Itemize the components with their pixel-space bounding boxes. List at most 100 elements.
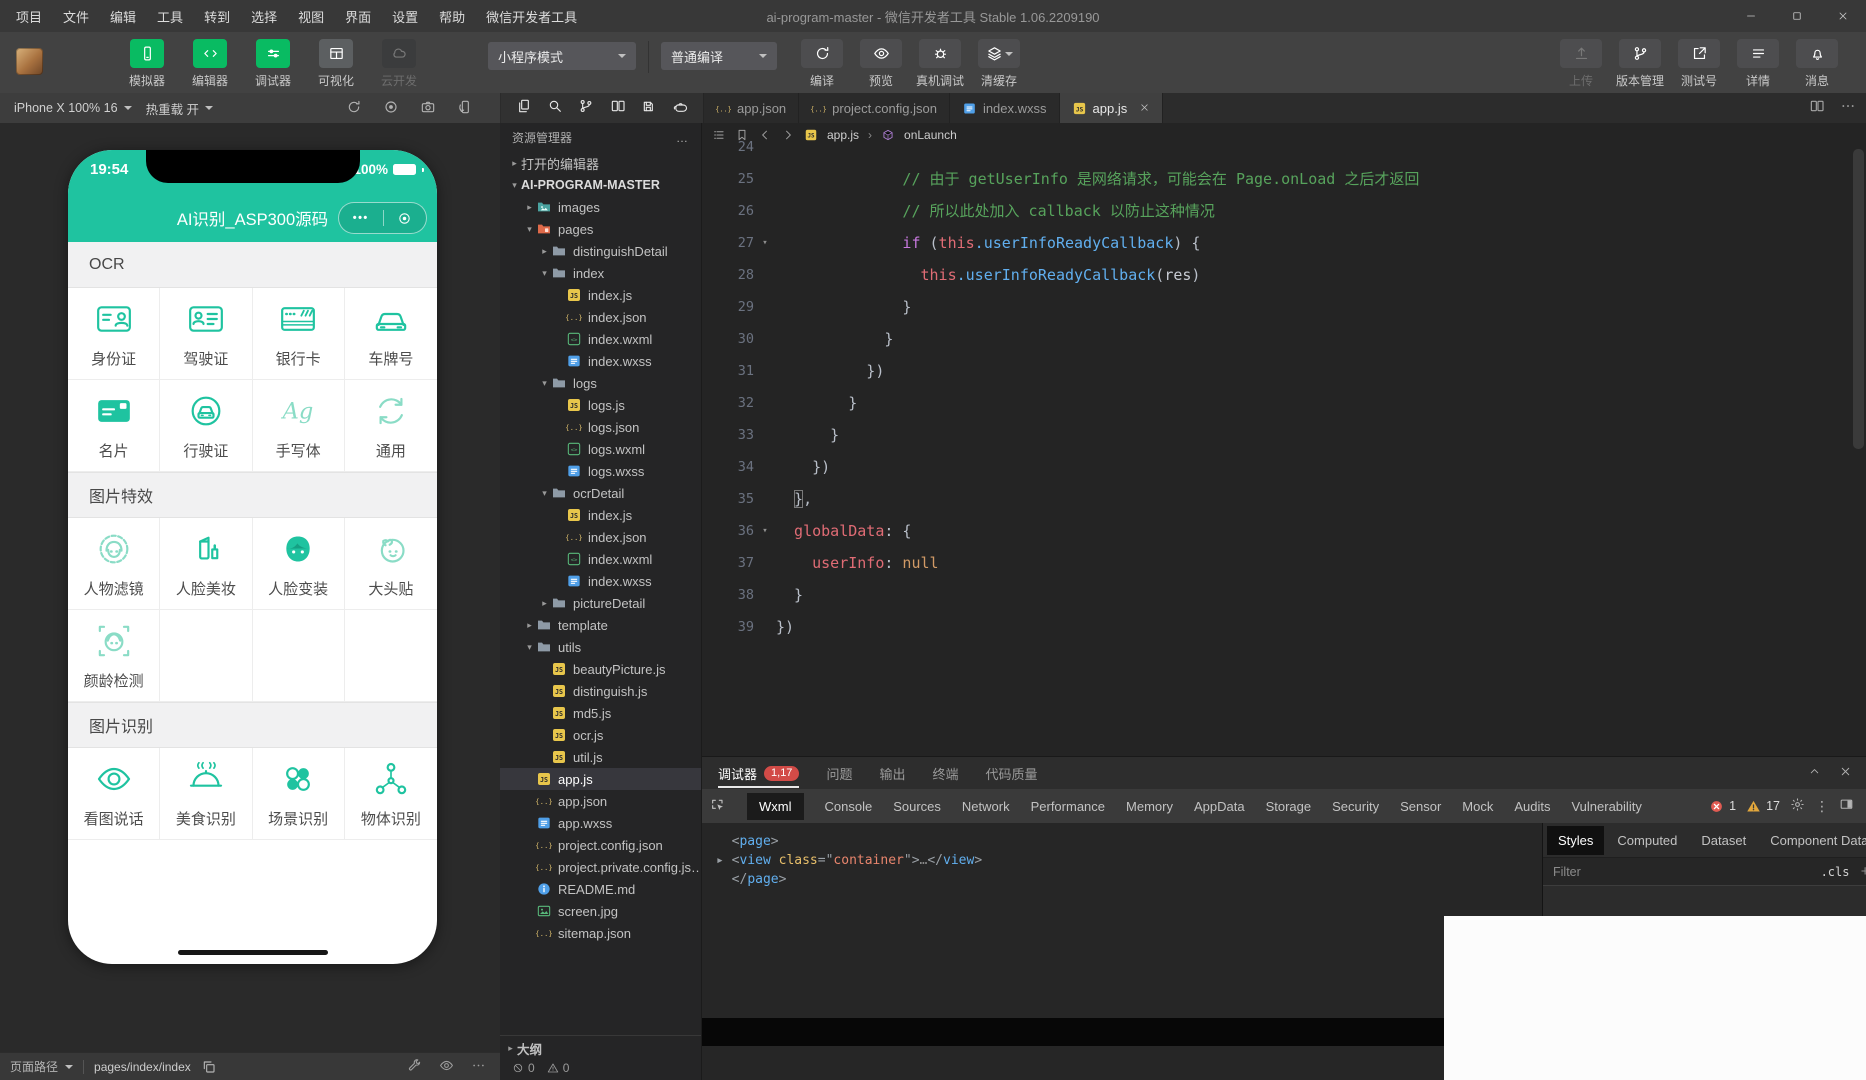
tree-item[interactable]: ▸images <box>500 196 701 218</box>
inspector-tab[interactable]: Styles <box>1547 826 1604 855</box>
fold-icon[interactable]: ▾ <box>754 227 776 259</box>
toolbar-button[interactable]: 预览 <box>856 39 906 89</box>
minimize-button[interactable] <box>1728 0 1774 32</box>
tree-item[interactable]: ▸打开的编辑器 <box>500 152 701 174</box>
grid-item[interactable]: 颜龄检测 <box>68 610 160 702</box>
tree-item[interactable]: JSindex.js <box>500 284 701 306</box>
tree-item[interactable]: app.wxss <box>500 812 701 834</box>
close-tab-button[interactable] <box>1139 101 1150 116</box>
tree-item[interactable]: ▾logs <box>500 372 701 394</box>
devtools-tab[interactable]: Network <box>962 799 1010 814</box>
wxml-node[interactable]: ▸ <view class="container">…</view> <box>716 851 1542 870</box>
search-button[interactable] <box>547 98 563 119</box>
editor-tab[interactable]: index.wxss <box>950 93 1060 123</box>
close-button[interactable] <box>1820 0 1866 32</box>
wxml-node[interactable]: <page> <box>716 832 1542 851</box>
grid-item[interactable]: 物体识别 <box>345 748 437 840</box>
toolbar-button[interactable]: 消息 <box>1792 39 1842 89</box>
devtools-tab[interactable]: Security <box>1332 799 1379 814</box>
toolbar-button[interactable]: 上传 <box>1556 39 1606 89</box>
inspect-element-button[interactable] <box>710 797 726 816</box>
toolbar-button[interactable]: 可视化 <box>311 39 361 89</box>
grid-item[interactable]: 美食识别 <box>160 748 252 840</box>
settings-button[interactable] <box>1790 797 1805 815</box>
grid-item[interactable]: 行驶证 <box>160 380 252 472</box>
collapse-panel-button[interactable] <box>1808 765 1821 781</box>
capsule-menu[interactable]: ••• <box>338 202 427 234</box>
add-style-button[interactable]: + <box>1861 863 1866 880</box>
grid-item[interactable]: 车牌号 <box>345 288 437 380</box>
grid-item[interactable]: 名片 <box>68 380 160 472</box>
dock-side-button[interactable] <box>1839 797 1854 815</box>
grid-item[interactable]: 身份证 <box>68 288 160 380</box>
tree-item[interactable]: {..}sitemap.json <box>500 922 701 944</box>
inspector-tab[interactable]: Computed <box>1606 826 1688 855</box>
tree-item[interactable]: index.wxss <box>500 570 701 592</box>
grid-item[interactable]: 场景识别 <box>253 748 345 840</box>
toolbar-button[interactable]: 云开发 <box>374 39 424 89</box>
record-button[interactable] <box>383 99 399 118</box>
tree-item[interactable]: JSindex.js <box>500 504 701 526</box>
page-path-select[interactable]: 页面路径 <box>10 1058 73 1075</box>
toolbar-button[interactable]: 版本管理 <box>1615 39 1665 89</box>
tree-item[interactable]: <>index.wxml <box>500 328 701 350</box>
menu-item[interactable]: 帮助 <box>439 7 465 26</box>
debugger-panel-tab[interactable]: 问题 <box>826 757 852 789</box>
editor-scrollbar[interactable] <box>1853 149 1864 449</box>
menu-item[interactable]: 文件 <box>63 7 89 26</box>
devtools-tab[interactable]: AppData <box>1194 799 1245 814</box>
devtools-tab[interactable]: Sources <box>893 799 941 814</box>
grid-item[interactable]: 银行卡 <box>253 288 345 380</box>
debugger-panel-tab[interactable]: 调试器1,17 <box>718 757 799 789</box>
grid-item[interactable]: 驾驶证 <box>160 288 252 380</box>
mode-select[interactable]: 小程序模式 <box>488 42 636 70</box>
tree-item[interactable]: ▾AI-PROGRAM-MASTER <box>500 174 701 196</box>
tree-item[interactable]: {..}index.json <box>500 306 701 328</box>
tree-item[interactable]: ▸pictureDetail <box>500 592 701 614</box>
toolbar-button[interactable]: 详情 <box>1733 39 1783 89</box>
grid-item[interactable]: 大头贴 <box>345 518 437 610</box>
inspector-tab[interactable]: Dataset <box>1690 826 1757 855</box>
tree-item[interactable]: JSutil.js <box>500 746 701 768</box>
tree-item[interactable]: ▾ocrDetail <box>500 482 701 504</box>
tree-item[interactable]: {..}logs.json <box>500 416 701 438</box>
menu-item[interactable]: 工具 <box>157 7 183 26</box>
tree-item[interactable]: JSbeautyPicture.js <box>500 658 701 680</box>
camera-button[interactable] <box>420 99 436 118</box>
inspector-tab[interactable]: Component Data <box>1759 826 1866 855</box>
maximize-button[interactable] <box>1774 0 1820 32</box>
tree-item[interactable]: JSmd5.js <box>500 702 701 724</box>
cls-button[interactable]: .cls <box>1821 865 1850 879</box>
editor-tab[interactable]: {..}project.config.json <box>799 93 950 123</box>
menu-item[interactable]: 视图 <box>298 7 324 26</box>
tree-item[interactable]: ▾index <box>500 262 701 284</box>
grid-item[interactable]: 人物滤镜 <box>68 518 160 610</box>
devtools-tab[interactable]: Mock <box>1462 799 1493 814</box>
debugger-panel-tab[interactable]: 代码质量 <box>985 757 1037 789</box>
devtools-tab[interactable]: Sensor <box>1400 799 1441 814</box>
more-dots-icon[interactable]: ••• <box>353 212 369 224</box>
tree-item[interactable]: README.md <box>500 878 701 900</box>
tree-item[interactable]: logs.wxss <box>500 460 701 482</box>
fold-icon[interactable]: ▾ <box>754 515 776 547</box>
toolbar-button[interactable]: 编译 <box>797 39 847 89</box>
debugger-panel-tab[interactable]: 输出 <box>879 757 905 789</box>
devtools-tab[interactable]: Console <box>825 799 873 814</box>
devtools-tab[interactable]: Wxml <box>747 793 804 820</box>
editor-tab[interactable]: JSapp.js <box>1060 93 1164 123</box>
tree-item[interactable]: ▾pages <box>500 218 701 240</box>
tree-item[interactable]: {..}app.json <box>500 790 701 812</box>
tree-item[interactable]: JSapp.js <box>500 768 701 790</box>
menu-item[interactable]: 转到 <box>204 7 230 26</box>
more-button[interactable] <box>471 1058 486 1076</box>
copy-path-button[interactable] <box>201 1059 217 1075</box>
tree-item[interactable]: {..}project.private.config.js… <box>500 856 701 878</box>
tree-item[interactable]: ▾utils <box>500 636 701 658</box>
tree-item[interactable]: <>index.wxml <box>500 548 701 570</box>
refresh-button[interactable] <box>346 99 362 118</box>
filter-input[interactable]: Filter <box>1553 865 1581 879</box>
more-icon[interactable]: … <box>676 131 689 145</box>
grid-item[interactable]: 通用 <box>345 380 437 472</box>
menu-item[interactable]: 项目 <box>16 7 42 26</box>
save-all-button[interactable] <box>641 98 657 119</box>
